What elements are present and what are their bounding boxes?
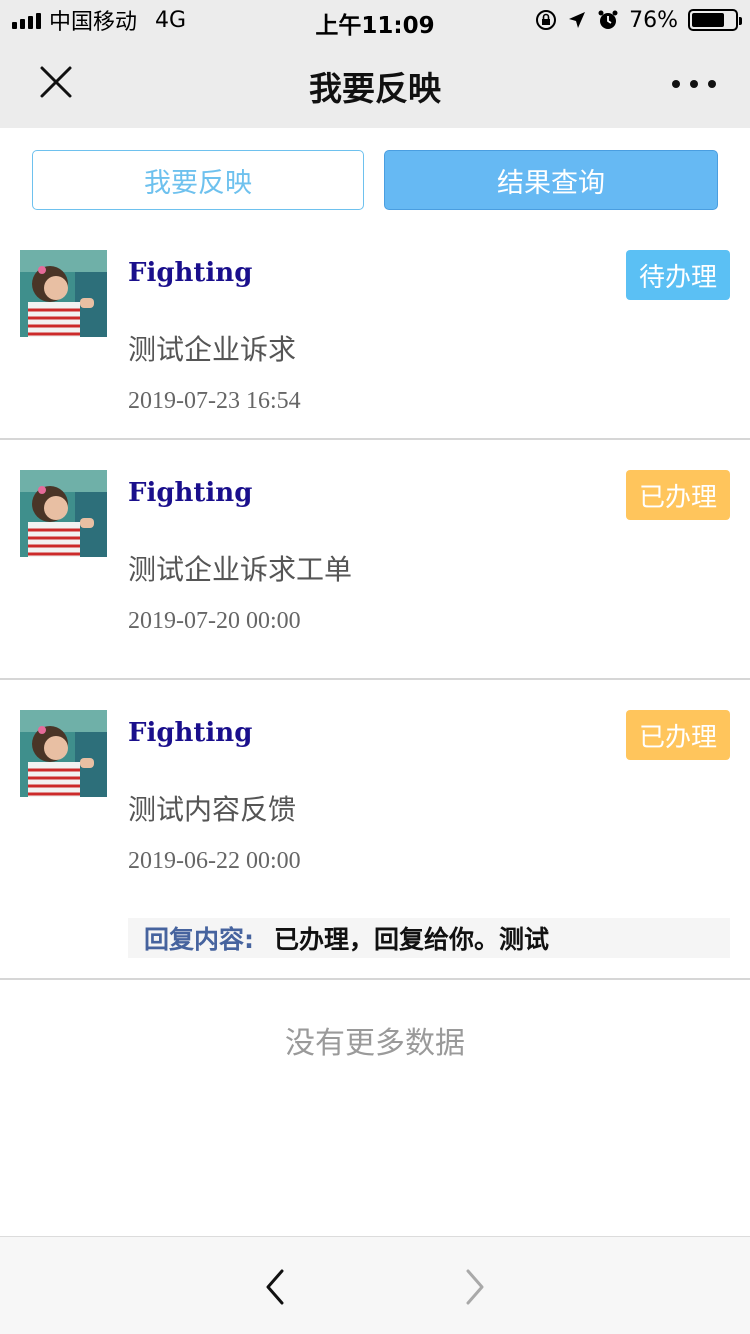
status-badge: 已办理 bbox=[626, 710, 730, 760]
item-title: 测试企业诉求 bbox=[128, 333, 297, 366]
bottom-toolbar bbox=[0, 1236, 750, 1334]
reply-label: 回复内容: bbox=[144, 925, 254, 954]
more-icon[interactable] bbox=[672, 70, 716, 98]
avatar bbox=[20, 710, 107, 797]
battery-fill bbox=[692, 13, 724, 27]
location-icon bbox=[569, 12, 586, 28]
list-item[interactable]: Fighting 已办理 测试内容反馈 2019-06-22 00:00 回复内… bbox=[0, 680, 750, 980]
chevron-right-icon[interactable] bbox=[460, 1267, 490, 1307]
tab-query[interactable]: 结果查询 bbox=[384, 150, 718, 210]
status-badge: 已办理 bbox=[626, 470, 730, 520]
list-item[interactable]: Fighting 已办理 测试企业诉求工单 2019-07-20 00:00 bbox=[0, 440, 750, 680]
avatar bbox=[20, 250, 107, 337]
item-title: 测试企业诉求工单 bbox=[128, 553, 353, 586]
status-badge: 待办理 bbox=[626, 250, 730, 300]
chevron-left-icon[interactable] bbox=[260, 1267, 290, 1307]
avatar bbox=[20, 470, 107, 557]
status-right: 76% bbox=[535, 6, 742, 34]
battery-percent: 76% bbox=[629, 7, 678, 33]
no-more-data: 没有更多数据 bbox=[285, 1026, 465, 1061]
item-date: 2019-07-20 00:00 bbox=[128, 608, 301, 634]
reply-text: 已办理，回复给你。测试 bbox=[274, 925, 550, 954]
list-item[interactable]: Fighting 待办理 测试企业诉求 2019-07-23 16:54 bbox=[0, 230, 750, 440]
orientation-lock-icon bbox=[536, 10, 557, 30]
battery-icon bbox=[688, 9, 742, 31]
tab-report[interactable]: 我要反映 bbox=[32, 150, 364, 210]
item-name: Fighting bbox=[128, 718, 253, 748]
status-bar: 中国移动 4G 上午11:09 76% bbox=[0, 0, 750, 40]
item-title: 测试内容反馈 bbox=[128, 793, 297, 826]
reply-box: 回复内容: 已办理，回复给你。测试 bbox=[128, 918, 730, 958]
alarm-icon bbox=[598, 10, 618, 29]
nav-bar: 我要反映 bbox=[0, 40, 750, 128]
item-name: Fighting bbox=[128, 258, 253, 288]
item-name: Fighting bbox=[128, 478, 253, 508]
item-date: 2019-06-22 00:00 bbox=[128, 848, 301, 874]
item-date: 2019-07-23 16:54 bbox=[128, 388, 301, 414]
page-title: 我要反映 bbox=[309, 69, 441, 108]
